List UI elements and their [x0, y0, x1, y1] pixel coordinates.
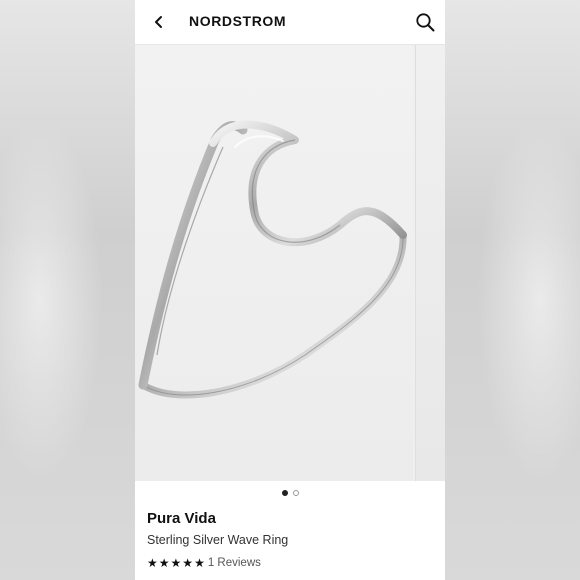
top-navigation-bar: NORDSTROM: [135, 0, 445, 45]
chevron-left-icon: [155, 16, 162, 28]
product-image[interactable]: [135, 45, 413, 481]
search-button[interactable]: [411, 8, 439, 36]
store-logo[interactable]: NORDSTROM: [189, 13, 286, 29]
pagination-dot-2[interactable]: [292, 490, 299, 496]
ring-image: [138, 120, 407, 399]
star-icon: ★: [158, 556, 170, 570]
search-icon: [416, 13, 435, 32]
back-button[interactable]: [145, 8, 173, 36]
star-rating: ★ ★ ★ ★ ★: [147, 557, 205, 569]
star-icon: ★: [182, 556, 194, 570]
star-icon: ★: [170, 556, 182, 570]
next-image-preview[interactable]: [415, 45, 445, 481]
pagination-dot-1[interactable]: [281, 490, 288, 496]
product-page: NORDSTROM Pura Vida Sterling Silver Wave…: [135, 0, 445, 580]
carousel-pagination: [135, 490, 445, 500]
reviews-link[interactable]: 1 Reviews: [208, 557, 261, 569]
product-image-carousel[interactable]: [135, 45, 445, 481]
product-rating[interactable]: ★ ★ ★ ★ ★ 1 Reviews: [147, 557, 261, 569]
product-title: Sterling Silver Wave Ring: [147, 533, 289, 547]
product-brand[interactable]: Pura Vida: [147, 510, 216, 527]
star-icon: ★: [147, 556, 158, 570]
star-icon: ★: [194, 556, 205, 570]
